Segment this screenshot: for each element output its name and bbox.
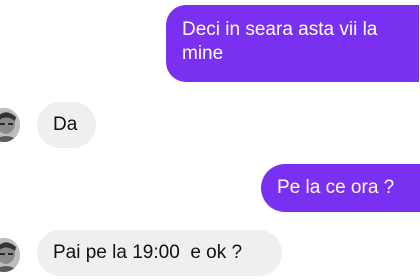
outgoing-message[interactable]: Deci in seara asta vii la mine [166,5,419,82]
contact-avatar-icon[interactable] [0,108,20,142]
incoming-message[interactable]: Pai pe la 19:00 e ok ? [37,230,282,276]
incoming-message[interactable]: Da [37,102,96,148]
contact-avatar-icon[interactable] [0,238,20,272]
outgoing-message[interactable]: Pe la ce ora ? [261,164,420,212]
chat-thread: Deci in seara asta vii la mine Da Pe la … [0,0,420,280]
